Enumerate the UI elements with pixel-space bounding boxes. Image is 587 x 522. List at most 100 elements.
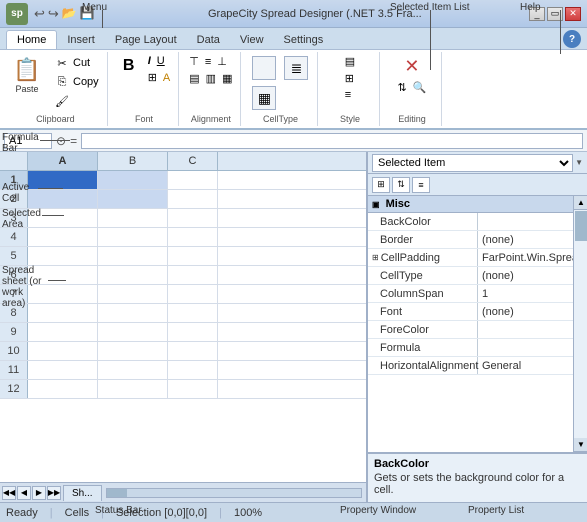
sheet-tab[interactable]: Sh... (63, 485, 102, 501)
prop-name-horizontalalignment[interactable]: HorizontalAlignment (368, 357, 478, 374)
cell-a3[interactable] (28, 209, 98, 227)
cell-a9[interactable] (28, 323, 98, 341)
cell-a4[interactable] (28, 228, 98, 246)
cell-c2[interactable] (168, 190, 218, 208)
property-scrollbar[interactable]: ▲ ▼ (573, 196, 587, 452)
undo-icon[interactable]: ↩ (34, 6, 45, 22)
tab-view[interactable]: View (230, 31, 274, 49)
prop-name-celltype[interactable]: CellType (368, 267, 478, 284)
prop-name-columnspan[interactable]: ColumnSpan (368, 285, 478, 302)
align-center-button[interactable]: ▥ (204, 71, 218, 86)
tab-home[interactable]: Home (6, 30, 57, 49)
cell-b4[interactable] (98, 228, 168, 246)
col-header-b[interactable]: B (98, 152, 168, 170)
close-button[interactable]: ✕ (565, 7, 581, 21)
tab-data[interactable]: Data (187, 31, 230, 49)
cell-a5[interactable] (28, 247, 98, 265)
cell-c5[interactable] (168, 247, 218, 265)
cell-b11[interactable] (98, 361, 168, 379)
cell-b6[interactable] (98, 266, 168, 284)
cell-a10[interactable] (28, 342, 98, 360)
scroll-down-button[interactable]: ▼ (574, 438, 587, 452)
sheet-nav-next[interactable]: ▶ (32, 486, 46, 500)
cut-button[interactable]: ✂ Cut (52, 54, 101, 72)
cell-a6[interactable] (28, 266, 98, 284)
italic-button[interactable]: I (146, 54, 153, 68)
cell-c10[interactable] (168, 342, 218, 360)
minimize-button[interactable]: _ (529, 7, 545, 21)
redo-icon[interactable]: ↪ (48, 6, 59, 22)
cell-b10[interactable] (98, 342, 168, 360)
cell-b5[interactable] (98, 247, 168, 265)
tab-settings[interactable]: Settings (274, 31, 334, 49)
tab-page-layout[interactable]: Page Layout (105, 31, 187, 49)
sort-button[interactable]: ⇅ (396, 80, 409, 95)
cell-c1[interactable] (168, 171, 218, 189)
cell-b7[interactable] (98, 285, 168, 303)
celltype-general-button[interactable] (249, 54, 279, 82)
save-icon[interactable]: 💾 (80, 6, 95, 22)
cell-c9[interactable] (168, 323, 218, 341)
copy-button[interactable]: ⎘ Copy (52, 73, 101, 91)
scroll-up-button[interactable]: ▲ (574, 196, 587, 210)
cell-c7[interactable] (168, 285, 218, 303)
prop-name-backcolor[interactable]: BackColor (368, 213, 478, 230)
cell-a8[interactable] (28, 304, 98, 322)
panel-tool-btn-3[interactable]: ≡ (412, 177, 430, 193)
align-top-button[interactable]: ⊤ (187, 54, 201, 69)
panel-tool-btn-2[interactable]: ⇅ (392, 177, 410, 193)
prop-name-formula[interactable]: Formula (368, 339, 478, 356)
align-right-button[interactable]: ▦ (220, 71, 234, 86)
cell-b2[interactable] (98, 190, 168, 208)
cell-c8[interactable] (168, 304, 218, 322)
prop-name-border[interactable]: Border (368, 231, 478, 248)
align-left-button[interactable]: ▤ (187, 71, 201, 86)
cell-b9[interactable] (98, 323, 168, 341)
bold-button[interactable]: B (116, 54, 142, 78)
help-button[interactable]: ? (563, 30, 581, 48)
prop-name-font[interactable]: Font (368, 303, 478, 320)
underline-button[interactable]: U (155, 54, 167, 68)
style-button2[interactable]: ⊞ (343, 71, 357, 86)
sheet-nav-last[interactable]: ▶▶ (47, 486, 61, 500)
tab-insert[interactable]: Insert (57, 31, 105, 49)
cell-b12[interactable] (98, 380, 168, 398)
celltype-button3[interactable]: ▦ (249, 84, 279, 112)
prop-name-cellpadding[interactable]: ⊞ CellPadding (368, 249, 478, 266)
sheet-nav-first[interactable]: ◀◀ (2, 486, 16, 500)
formula-input[interactable] (81, 133, 583, 149)
celltype-button2[interactable]: ≣ (281, 54, 311, 82)
sheet-nav-prev[interactable]: ◀ (17, 486, 31, 500)
restore-button[interactable]: ▭ (547, 7, 563, 21)
paste-button[interactable]: 📋 Paste (10, 54, 44, 96)
style-button1[interactable]: ▤ (343, 54, 357, 69)
col-header-a[interactable]: A (28, 152, 98, 170)
align-bottom-button[interactable]: ⊥ (215, 54, 229, 69)
cell-a1[interactable] (28, 171, 98, 189)
border-button[interactable]: ⊞ (146, 70, 159, 85)
cell-a11[interactable] (28, 361, 98, 379)
cell-a12[interactable] (28, 380, 98, 398)
selected-item-select[interactable]: Selected Item (372, 154, 573, 172)
cell-c4[interactable] (168, 228, 218, 246)
panel-tool-btn-1[interactable]: ⊞ (372, 177, 390, 193)
fill-color-button[interactable]: A (161, 70, 172, 85)
style-button3[interactable]: ≡ (343, 88, 357, 102)
prop-name-forecolor[interactable]: ForeColor (368, 321, 478, 338)
cell-a7[interactable] (28, 285, 98, 303)
cell-b8[interactable] (98, 304, 168, 322)
cell-c11[interactable] (168, 361, 218, 379)
prop-section-misc[interactable]: ▣ Misc (368, 196, 573, 213)
cell-a2[interactable] (28, 190, 98, 208)
col-header-c[interactable]: C (168, 152, 218, 170)
cell-c3[interactable] (168, 209, 218, 227)
sheet-scrollbar[interactable] (106, 488, 362, 498)
cell-b1[interactable] (98, 171, 168, 189)
cell-c6[interactable] (168, 266, 218, 284)
find-button[interactable]: 🔍 (411, 80, 429, 95)
align-middle-button[interactable]: ≡ (203, 54, 213, 69)
cell-b3[interactable] (98, 209, 168, 227)
open-icon[interactable]: 📂 (62, 6, 77, 22)
format-painter-button[interactable]: 🖌 (52, 92, 101, 110)
cell-ref-input[interactable] (4, 133, 52, 149)
